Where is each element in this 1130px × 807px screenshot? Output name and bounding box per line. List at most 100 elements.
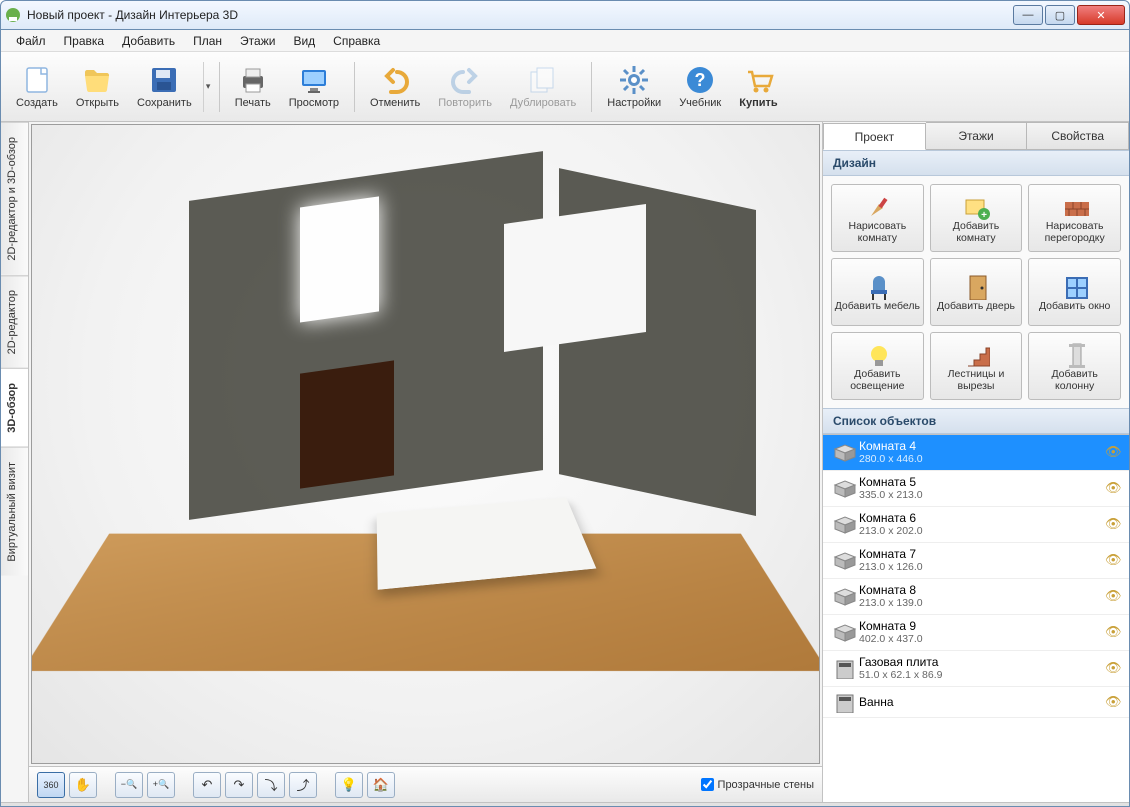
- object-dims: 280.0 x 446.0: [859, 453, 1105, 466]
- viewtool-zoomout[interactable]: −🔍: [115, 772, 143, 798]
- object-row-room4[interactable]: Комната 4280.0 x 446.0 👁: [823, 435, 1129, 471]
- toolbar: СоздатьОткрыть Сохранить ▾ Печать ПросмотрОт…: [1, 52, 1129, 122]
- transparent-walls-label: Прозрачные стены: [718, 779, 814, 791]
- object-row-stove[interactable]: Газовая плита51.0 x 62.1 x 86.9 👁: [823, 651, 1129, 687]
- viewtool-home[interactable]: 🏠: [367, 772, 395, 798]
- buy-button[interactable]: Купить: [730, 60, 786, 113]
- visibility-eye-icon[interactable]: 👁: [1105, 552, 1121, 568]
- viewtool-zoomin[interactable]: +🔍: [147, 772, 175, 798]
- draw-partition-button[interactable]: Нарисовать перегородку: [1028, 184, 1121, 252]
- object-row-room8[interactable]: Комната 8213.0 x 139.0 👁: [823, 579, 1129, 615]
- object-dims: 213.0 x 126.0: [859, 561, 1105, 574]
- add-column-button[interactable]: Добавить колонну: [1028, 332, 1121, 400]
- right-tab-props[interactable]: Свойства: [1027, 122, 1129, 149]
- menu-добавить[interactable]: Добавить: [113, 32, 184, 50]
- stairs-button[interactable]: Лестницы и вырезы: [930, 332, 1023, 400]
- viewtool-rot360[interactable]: 360: [37, 772, 65, 798]
- open-button[interactable]: Открыть: [67, 60, 128, 113]
- box-icon: [831, 549, 859, 571]
- menu-план[interactable]: План: [184, 32, 231, 50]
- chair-icon: [863, 272, 891, 300]
- section-objects-header: Список объектов: [823, 408, 1129, 434]
- viewtool-rotl[interactable]: ↶: [193, 772, 221, 798]
- left-tab-3d[interactable]: 3D-обзор: [1, 368, 28, 447]
- close-button[interactable]: ✕: [1077, 5, 1125, 25]
- visibility-eye-icon[interactable]: 👁: [1105, 480, 1121, 496]
- object-name: Комната 8: [859, 583, 1105, 597]
- object-row-room9[interactable]: Комната 9402.0 x 437.0 👁: [823, 615, 1129, 651]
- design-button-label: Добавить окно: [1039, 300, 1110, 312]
- viewtool-light[interactable]: 💡: [335, 772, 363, 798]
- object-dims: 213.0 x 202.0: [859, 525, 1105, 538]
- visibility-eye-icon[interactable]: 👁: [1105, 694, 1121, 710]
- visibility-eye-icon[interactable]: 👁: [1105, 660, 1121, 676]
- left-tab-tour[interactable]: Виртуальный визит: [1, 447, 28, 576]
- left-tab-2d[interactable]: 2D-редактор: [1, 275, 28, 368]
- help-icon: [684, 64, 716, 96]
- box-icon: [831, 585, 859, 607]
- visibility-eye-icon[interactable]: 👁: [1105, 444, 1121, 460]
- object-list: Комната 4280.0 x 446.0 👁 Комната 5335.0 …: [823, 434, 1129, 802]
- viewtool-tiltd[interactable]: ⤵: [257, 772, 285, 798]
- toolbar-separator: [591, 62, 592, 112]
- visibility-eye-icon[interactable]: 👁: [1105, 516, 1121, 532]
- help-button[interactable]: Учебник: [670, 60, 730, 113]
- menu-этажи[interactable]: Этажи: [231, 32, 284, 50]
- object-name: Газовая плита: [859, 655, 1105, 669]
- undo-icon: [379, 64, 411, 96]
- toolbar-label: Печать: [235, 97, 271, 109]
- view-tools: 360✋ −🔍+🔍 ↶↷⤵⤴ 💡🏠 Прозрачные стены: [29, 766, 822, 802]
- right-tabs: ПроектЭтажиСвойства: [823, 122, 1129, 150]
- toolbar-separator: [219, 62, 220, 112]
- design-button-label: Нарисовать перегородку: [1031, 220, 1118, 244]
- object-row-room7[interactable]: Комната 7213.0 x 126.0 👁: [823, 543, 1129, 579]
- maximize-button[interactable]: ▢: [1045, 5, 1075, 25]
- visibility-eye-icon[interactable]: 👁: [1105, 624, 1121, 640]
- add-light-button[interactable]: Добавить освещение: [831, 332, 924, 400]
- section-design-header: Дизайн: [823, 150, 1129, 176]
- left-tab-both[interactable]: 2D-редактор и 3D-обзор: [1, 122, 28, 275]
- window-icon: [1061, 272, 1089, 300]
- design-button-label: Добавить колонну: [1031, 368, 1118, 392]
- left-tabs: 2D-редактор и 3D-обзор2D-редактор3D-обзо…: [1, 122, 29, 802]
- menu-вид[interactable]: Вид: [284, 32, 324, 50]
- undo-button[interactable]: Отменить: [361, 60, 429, 113]
- save-button[interactable]: Сохранить: [128, 60, 201, 113]
- object-name: Комната 9: [859, 619, 1105, 633]
- add-furniture-button[interactable]: Добавить мебель: [831, 258, 924, 326]
- menu-справка[interactable]: Справка: [324, 32, 389, 50]
- minimize-button[interactable]: —: [1013, 5, 1043, 25]
- draw-room-button[interactable]: Нарисовать комнату: [831, 184, 924, 252]
- object-row-room6[interactable]: Комната 6213.0 x 202.0 👁: [823, 507, 1129, 543]
- preview-button[interactable]: Просмотр: [280, 60, 348, 113]
- 3d-viewport[interactable]: [31, 124, 820, 764]
- transparent-walls-checkbox[interactable]: Прозрачные стены: [701, 778, 814, 791]
- toolbar-label: Дублировать: [510, 97, 576, 109]
- prefs-button[interactable]: Настройки: [598, 60, 670, 113]
- viewtool-rotr[interactable]: ↷: [225, 772, 253, 798]
- right-tab-floors[interactable]: Этажи: [926, 122, 1028, 149]
- statusbar: [1, 802, 1129, 806]
- right-tab-project[interactable]: Проект: [823, 123, 926, 150]
- create-button[interactable]: Создать: [7, 60, 67, 113]
- object-row-bath[interactable]: Ванна 👁: [823, 687, 1129, 718]
- object-dims: 51.0 x 62.1 x 86.9: [859, 669, 1105, 682]
- toolbar-label: Сохранить: [137, 97, 192, 109]
- print-button[interactable]: Печать: [226, 60, 280, 113]
- object-dims: 335.0 x 213.0: [859, 489, 1105, 502]
- add-room-button[interactable]: Добавить комнату: [930, 184, 1023, 252]
- design-button-label: Добавить мебель: [835, 300, 920, 312]
- object-name: Комната 5: [859, 475, 1105, 489]
- add-door-button[interactable]: Добавить дверь: [930, 258, 1023, 326]
- object-row-room5[interactable]: Комната 5335.0 x 213.0 👁: [823, 471, 1129, 507]
- add-window-button[interactable]: Добавить окно: [1028, 258, 1121, 326]
- viewtool-tiltu[interactable]: ⤴: [289, 772, 317, 798]
- viewtool-pan[interactable]: ✋: [69, 772, 97, 798]
- menu-правка[interactable]: Правка: [55, 32, 114, 50]
- menu-файл[interactable]: Файл: [7, 32, 55, 50]
- monitor-icon: [298, 64, 330, 96]
- save-dropdown[interactable]: ▾: [203, 62, 213, 112]
- visibility-eye-icon[interactable]: 👁: [1105, 588, 1121, 604]
- toolbar-separator: [354, 62, 355, 112]
- scene-3d: [32, 125, 819, 763]
